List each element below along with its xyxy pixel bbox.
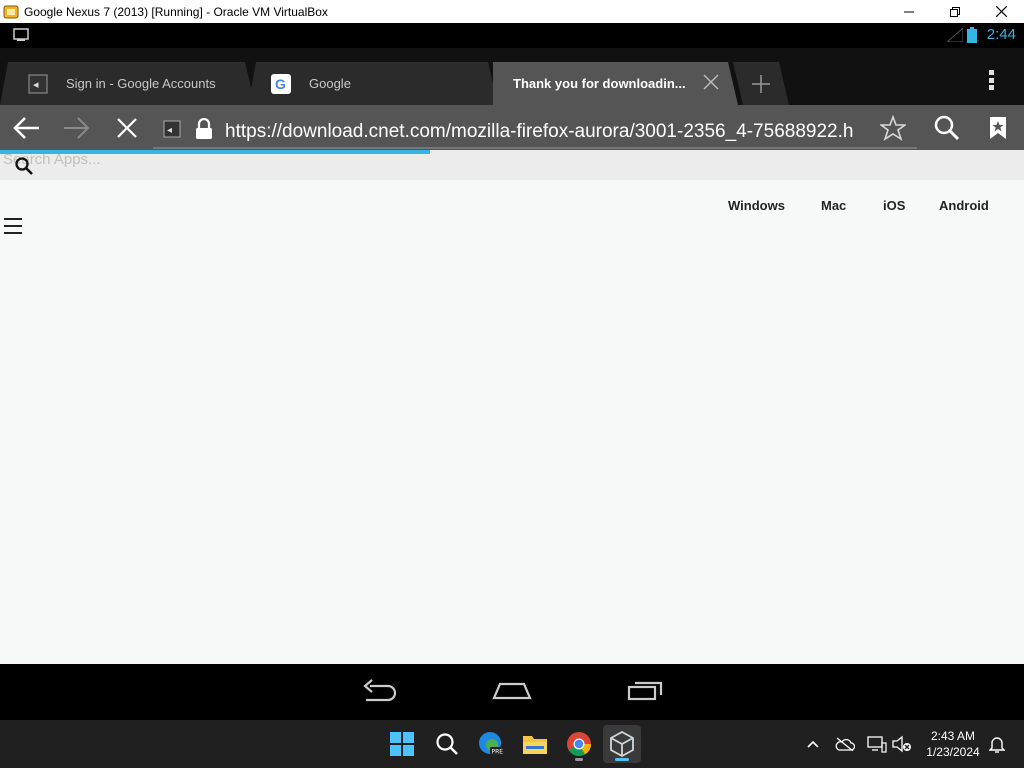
window-titlebar[interactable]: Google Nexus 7 (2013) [Running] - Oracle… <box>0 0 1024 23</box>
menu-dot-icon <box>988 85 994 90</box>
tab-label: Thank you for downloadin... <box>513 76 686 91</box>
search-icon <box>436 733 458 755</box>
running-indicator <box>575 758 583 761</box>
notifications-button[interactable] <box>986 733 1008 755</box>
menu-dot-icon <box>988 77 994 83</box>
restore-icon <box>950 6 960 17</box>
tab-label: Sign in - Google Accounts <box>66 76 216 91</box>
cloud-offline-icon <box>835 737 855 751</box>
tab-strip: ◂ Sign in - Google Accounts G Google Tha… <box>0 48 1024 105</box>
edge-icon: PRE <box>479 732 504 756</box>
plus-icon <box>752 74 770 93</box>
back-button[interactable] <box>8 105 44 150</box>
recents-nav-icon[interactable] <box>627 678 665 702</box>
chevron-up-icon <box>807 740 819 748</box>
minimize-icon <box>904 11 914 12</box>
battery-icon <box>967 27 977 43</box>
minimize-button[interactable] <box>886 0 932 23</box>
nav-link-ios[interactable]: iOS <box>883 198 905 213</box>
menu-dot-icon <box>988 70 994 75</box>
restore-button[interactable] <box>932 0 978 23</box>
search-icon[interactable] <box>15 157 33 175</box>
show-hidden-icons-button[interactable] <box>802 733 824 755</box>
close-icon <box>995 6 1007 17</box>
browser-toolbar: ◂ https://download.cnet.com/mozilla-fire… <box>0 105 1024 150</box>
taskbar-search-button[interactable] <box>428 725 466 763</box>
signal-icon <box>947 28 963 42</box>
star-outline-icon <box>880 114 906 141</box>
svg-text:G: G <box>275 76 286 92</box>
page-load-progress <box>0 150 430 154</box>
bookmarks-button[interactable] <box>985 105 1011 150</box>
lock-icon <box>196 118 212 139</box>
taskbar-file-explorer-button[interactable] <box>516 725 554 763</box>
bookmark-icon <box>990 116 1006 139</box>
svg-text:PRE: PRE <box>492 749 504 756</box>
bookmark-star-button[interactable] <box>878 105 908 150</box>
forward-button[interactable] <box>60 105 94 150</box>
stop-loading-button[interactable] <box>112 105 142 150</box>
taskbar-virtualbox-button[interactable] <box>603 725 641 763</box>
virtualbox-icon <box>610 731 634 757</box>
hamburger-menu-icon[interactable] <box>4 218 22 234</box>
nav-link-windows[interactable]: Windows <box>728 198 785 213</box>
start-button[interactable] <box>383 725 421 763</box>
clock-time: 2:43 AM <box>930 729 976 743</box>
virtualbox-app-icon <box>3 5 19 18</box>
close-button[interactable] <box>978 0 1024 23</box>
google-favicon-icon: G <box>271 73 291 94</box>
screen-notification-icon <box>13 28 29 41</box>
tab-sign-in[interactable]: ◂ Sign in - Google Accounts <box>0 62 255 105</box>
nav-link-android[interactable]: Android <box>939 198 989 213</box>
tab-label: Google <box>309 76 351 91</box>
platform-nav: Windows Mac iOS Android <box>0 198 1024 216</box>
windows-start-icon <box>390 732 414 756</box>
volume-tray-button[interactable] <box>891 733 913 755</box>
taskbar-edge-button[interactable]: PRE <box>472 725 510 763</box>
tab-close-icon[interactable] <box>703 74 719 90</box>
chrome-icon <box>567 732 591 757</box>
volume-muted-icon <box>892 735 911 753</box>
android-nav-bar <box>0 664 1024 720</box>
cnet-favicon-icon: ◂ <box>28 74 48 94</box>
search-apps-bar[interactable]: Search Apps... <box>0 150 1024 180</box>
web-page: Search Apps... Windows Mac iOS Android <box>0 150 1024 664</box>
arrow-left-icon <box>13 116 39 139</box>
network-icon <box>867 736 887 753</box>
svg-text:◂: ◂ <box>33 78 39 91</box>
tab-google[interactable]: G Google <box>248 62 498 105</box>
stop-icon <box>117 117 137 138</box>
nav-link-mac[interactable]: Mac <box>821 198 846 213</box>
site-favicon-icon: ◂ <box>163 120 181 138</box>
home-nav-icon[interactable] <box>492 678 532 702</box>
file-explorer-icon <box>523 736 547 754</box>
tab-active-download[interactable]: Thank you for downloadin... <box>493 62 738 105</box>
android-status-bar: 2:44 <box>0 23 1024 48</box>
overflow-menu-button[interactable] <box>982 68 1000 92</box>
taskbar-chrome-button[interactable] <box>560 725 598 763</box>
address-bar[interactable]: ◂ https://download.cnet.com/mozilla-fire… <box>153 109 917 149</box>
find-button[interactable] <box>932 105 962 150</box>
onedrive-tray-button[interactable] <box>834 733 856 755</box>
window-controls <box>886 0 1024 23</box>
system-clock[interactable]: 2:43 AM 1/23/2024 <box>920 728 986 760</box>
windows-taskbar: PRE 2:43 AM 1/23/2024 <box>0 720 1024 768</box>
arrow-right-icon <box>64 116 90 139</box>
svg-text:◂: ◂ <box>167 125 172 136</box>
network-tray-button[interactable] <box>866 733 888 755</box>
clock-date: 1/23/2024 <box>926 745 980 759</box>
bell-icon <box>989 737 1005 753</box>
new-tab-button[interactable] <box>733 62 789 105</box>
url-text[interactable]: https://download.cnet.com/mozilla-firefo… <box>225 121 865 143</box>
android-clock: 2:44 <box>986 26 1016 43</box>
window-title: Google Nexus 7 (2013) [Running] - Oracle… <box>24 4 328 19</box>
running-indicator <box>615 758 629 761</box>
back-nav-icon[interactable] <box>360 678 398 706</box>
magnifier-icon <box>934 115 960 140</box>
